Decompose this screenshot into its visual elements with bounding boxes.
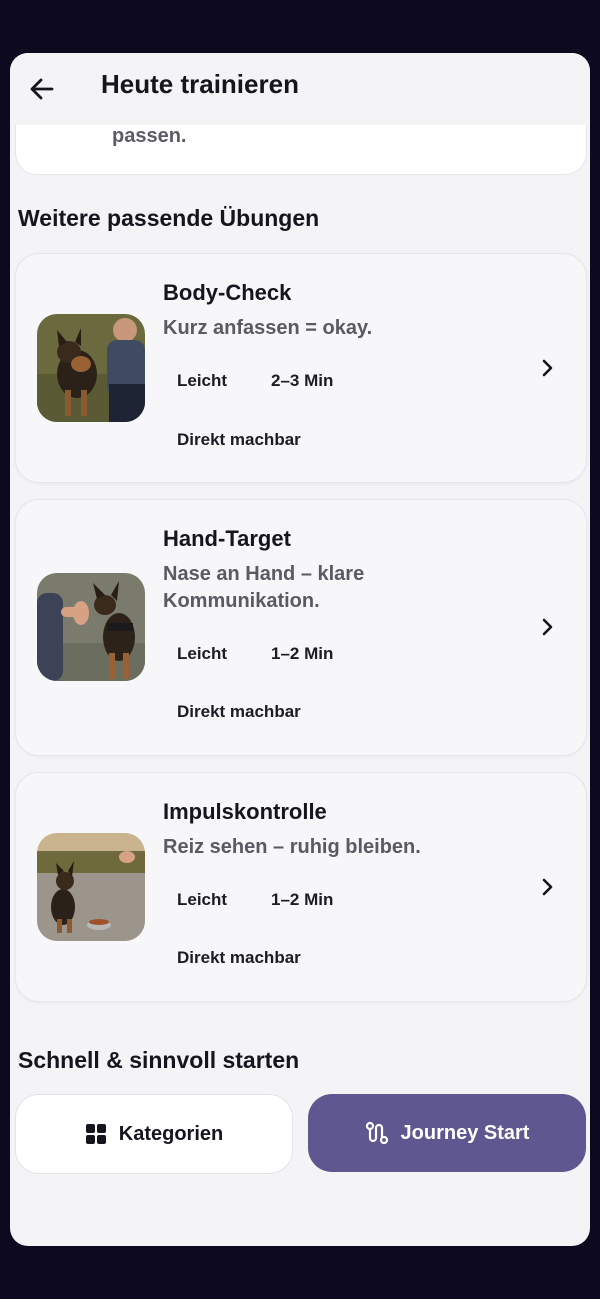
chevron-right-icon	[542, 359, 553, 377]
categories-button-label: Kategorien	[118, 1122, 224, 1145]
availability-tag: Direkt machbar	[177, 948, 301, 967]
back-button[interactable]	[20, 67, 64, 111]
page-title: Heute trainieren	[101, 69, 299, 99]
exercise-subtitle: Nase an Hand – klare Kommunikation.	[163, 563, 365, 612]
categories-button[interactable]: Kategorien	[15, 1094, 293, 1174]
chevron-right-icon	[542, 878, 553, 896]
screen-sheet: passen. Heute trainieren Weitere passend…	[10, 53, 590, 1246]
exercise-title: Body-Check	[163, 280, 292, 305]
exercise-title: Hand-Target	[163, 526, 291, 551]
dog-hand-target-photo-icon	[37, 573, 145, 681]
availability-tag: Direkt machbar	[177, 430, 301, 449]
exercise-card-hand-target[interactable]: Hand-Target Nase an Hand – klare Kommuni…	[15, 499, 587, 756]
journey-button-label: Journey Start	[400, 1121, 530, 1144]
duration-tag: 1–2 Min	[271, 890, 334, 909]
dog-with-trainer-photo-icon	[37, 314, 145, 422]
journey-start-button[interactable]: Journey Start	[308, 1094, 586, 1172]
exercise-card-body-check[interactable]: Body-Check Kurz anfassen = okay. Leicht …	[15, 253, 587, 483]
duration-tag: 2–3 Min	[271, 371, 334, 390]
exercise-subtitle: Kurz anfassen = okay.	[163, 317, 373, 339]
route-icon	[365, 1121, 388, 1145]
previous-card-text: passen.	[112, 125, 187, 147]
section-title-quick-start: Schnell & sinnvoll starten	[18, 1047, 300, 1073]
duration-tag: 1–2 Min	[271, 644, 334, 663]
exercise-subtitle: Reiz sehen – ruhig bleiben.	[163, 836, 421, 858]
exercise-card-impulskontrolle[interactable]: Impulskontrolle Reiz sehen – ruhig bleib…	[15, 772, 587, 1002]
difficulty-tag: Leicht	[177, 371, 228, 390]
difficulty-tag: Leicht	[177, 890, 228, 909]
app-bar: Heute trainieren	[10, 53, 590, 125]
arrow-left-icon	[30, 78, 54, 100]
section-title-more-exercises: Weitere passende Übungen	[18, 205, 320, 231]
difficulty-tag: Leicht	[177, 644, 228, 663]
dog-sitting-food-bowl-photo-icon	[37, 833, 145, 941]
grid-icon	[85, 1124, 106, 1144]
chevron-right-icon	[542, 618, 553, 636]
exercise-title: Impulskontrolle	[163, 799, 327, 824]
availability-tag: Direkt machbar	[177, 702, 301, 721]
